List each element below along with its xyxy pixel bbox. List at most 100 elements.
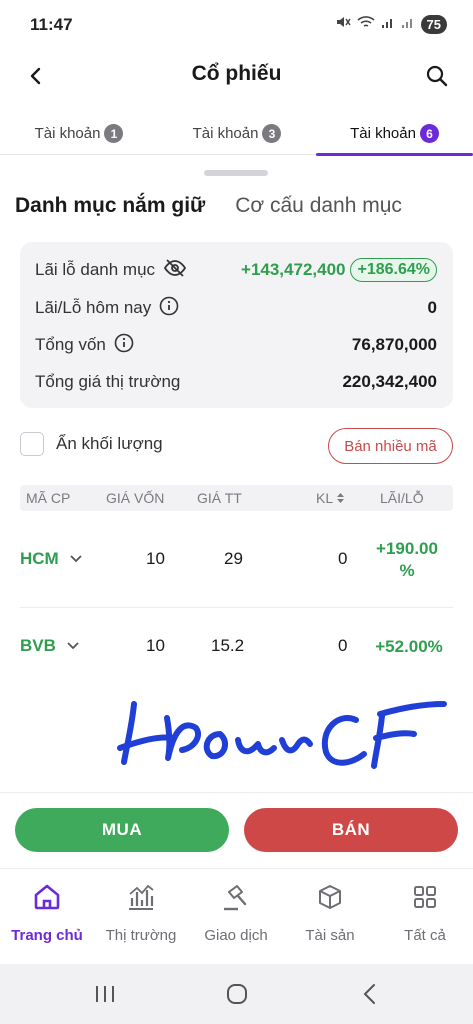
nav-assets[interactable]: Tài sản (283, 881, 377, 944)
col-qty: KL (316, 490, 334, 506)
tab-badge: 1 (104, 124, 124, 143)
ticker-cell[interactable]: HCM (20, 549, 83, 569)
signal-icon-2 (401, 15, 415, 34)
price-cell: 29 (224, 549, 243, 568)
page-title: Cổ phiếu (191, 62, 282, 85)
search-button[interactable] (423, 62, 451, 90)
nav-market[interactable]: Thị trường (94, 881, 188, 944)
ticker-symbol: BVB (20, 636, 56, 655)
market-value: 220,342,400 (342, 372, 437, 391)
recent-apps-icon (96, 986, 114, 1002)
col-qty-sort[interactable]: KL (316, 490, 345, 506)
status-icons: 75 (335, 14, 447, 35)
today-pnl-value: 0 (427, 298, 437, 317)
wifi-icon (356, 15, 375, 34)
back-system-button[interactable] (355, 982, 385, 1006)
home-circle-icon (227, 984, 247, 1004)
cube-icon (314, 881, 346, 913)
tab-badge: 3 (262, 124, 282, 143)
capital-row: Tổng vốn 76,870,000 (35, 332, 437, 358)
col-cost: GIÁ VỐN (106, 490, 165, 506)
section-tabs: Danh mục nắm giữ Cơ cấu danh mục (15, 194, 402, 218)
col-ticker: MÃ CP (26, 490, 71, 506)
today-pnl-label: Lãi/Lỗ hôm nay (35, 298, 152, 317)
tab-account-6[interactable]: Tài khoản 6 (316, 112, 473, 156)
hide-quantity-checkbox[interactable] (20, 432, 44, 456)
chevron-left-icon (363, 984, 375, 1004)
sell-many-button[interactable]: Bán nhiều mã (328, 428, 453, 464)
sell-button[interactable]: BÁN (244, 808, 458, 852)
pnl-value: +143,472,400 (241, 260, 346, 279)
search-icon (426, 65, 448, 87)
trade-action-bar: MUA BÁN (0, 792, 473, 868)
ticker-symbol: HCM (20, 549, 59, 568)
tab-holdings[interactable]: Danh mục nắm giữ (15, 194, 205, 218)
tab-portfolio-structure[interactable]: Cơ cấu danh mục (235, 194, 402, 218)
capital-value: 76,870,000 (351, 335, 437, 354)
status-bar: 11:47 75 (0, 0, 473, 50)
price-cell: 15.2 (211, 636, 245, 655)
handwritten-signature (117, 701, 447, 769)
chevron-down-icon[interactable] (66, 641, 80, 651)
pnl-cell: +52.00% (375, 637, 443, 656)
status-time: 11:47 (30, 15, 73, 34)
market-chart-icon (125, 881, 157, 913)
home-icon (31, 881, 63, 913)
tab-label: Tài khoản (350, 125, 416, 142)
hide-quantity-toggle[interactable]: Ẩn khối lượng (20, 432, 163, 456)
mute-icon (335, 14, 351, 35)
nav-label: Trang chủ (11, 927, 83, 944)
cost-cell: 10 (146, 636, 165, 655)
pnl-cell: +190.00 % (370, 538, 444, 582)
tab-label: Tài khoản (34, 125, 101, 142)
info-icon[interactable] (159, 296, 179, 321)
qty-cell: 0 (338, 636, 348, 655)
portfolio-summary-card: Lãi lỗ danh mục +143,472,400 +186.64% Lã… (20, 242, 453, 408)
col-pnl: LÃI/LỖ (380, 490, 424, 506)
grid-icon (409, 881, 441, 913)
today-pnl-row: Lãi/Lỗ hôm nay 0 (35, 295, 437, 321)
signal-icon (381, 15, 395, 34)
tab-badge: 6 (419, 124, 439, 143)
pnl-percent-badge: +186.64% (350, 258, 437, 282)
cost-cell: 10 (146, 549, 165, 568)
pnl-label: Lãi lỗ danh mục (35, 260, 156, 279)
capital-label: Tổng vốn (35, 335, 106, 354)
nav-home[interactable]: Trang chủ (0, 881, 94, 944)
tab-label: Tài khoản (192, 125, 259, 142)
holdings-table-header: MÃ CP GIÁ VỐN GIÁ TT KL LÃI/LỖ (20, 485, 453, 511)
tab-account-3[interactable]: Tài khoản 3 (158, 112, 316, 155)
gavel-icon (220, 881, 252, 913)
qty-cell: 0 (338, 549, 348, 568)
home-system-button[interactable] (222, 982, 252, 1006)
nav-label: Giao dịch (204, 927, 268, 944)
info-icon[interactable] (114, 333, 134, 358)
pnl-row: Lãi lỗ danh mục +143,472,400 +186.64% (35, 257, 437, 283)
nav-label: Tất cả (404, 927, 446, 944)
bottom-navigation: Trang chủ Thị trường Giao dịch Tài sản T… (0, 868, 473, 964)
table-row[interactable]: BVB 10 15.2 0 +52.00% (20, 622, 453, 670)
chevron-down-icon[interactable] (69, 554, 83, 564)
pnl-line: % (399, 561, 415, 580)
tab-account-1[interactable]: Tài khoản 1 (0, 112, 158, 155)
market-value-row: Tổng giá thị trường 220,342,400 (35, 369, 437, 395)
nav-trading[interactable]: Giao dịch (189, 881, 283, 944)
battery-indicator: 75 (420, 15, 447, 34)
eye-off-icon[interactable] (163, 258, 187, 283)
nav-all[interactable]: Tất cả (378, 881, 472, 944)
app-header: Cổ phiếu (0, 52, 473, 98)
buy-button[interactable]: MUA (15, 808, 229, 852)
account-tabs: Tài khoản 1 Tài khoản 3 Tài khoản 6 (0, 112, 473, 156)
ticker-cell[interactable]: BVB (20, 636, 80, 656)
drag-handle[interactable] (204, 170, 268, 176)
recent-apps-button[interactable] (90, 982, 120, 1006)
sort-icon (337, 493, 345, 503)
market-value-label: Tổng giá thị trường (35, 372, 181, 391)
nav-label: Thị trường (105, 927, 177, 944)
pnl-line: +190.00 (376, 539, 438, 558)
table-row[interactable]: HCM 10 29 0 +190.00 % (20, 536, 453, 586)
nav-label: Tài sản (305, 927, 355, 944)
row-divider (20, 607, 453, 608)
col-price: GIÁ TT (197, 490, 242, 506)
hide-quantity-label: Ẩn khối lượng (56, 434, 163, 453)
